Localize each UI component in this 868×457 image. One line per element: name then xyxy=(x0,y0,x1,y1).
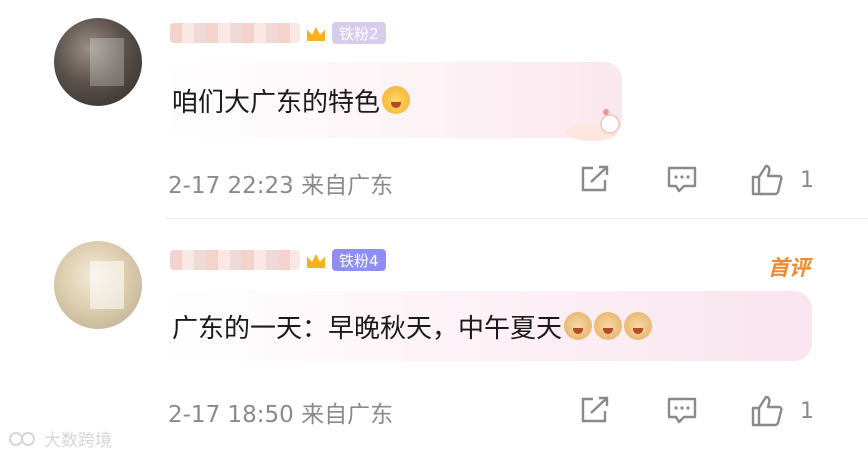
comment-date: 2-17 18:50 xyxy=(168,402,294,428)
cat-sticker-icon xyxy=(566,109,620,141)
comment-location: 来自广东 xyxy=(301,402,394,428)
username-row: 铁粉2 xyxy=(170,22,386,44)
like-count: 1 xyxy=(800,398,814,424)
comment-text: 广东的一天：早晚秋天，中午夏天 xyxy=(164,291,812,361)
comment-item: 铁粉4 首评 广东的一天：早晚秋天，中午夏天 2-17 18:50 来自广东 1 xyxy=(0,219,868,457)
comment-icon xyxy=(667,397,697,424)
avatar[interactable] xyxy=(54,18,142,106)
share-button[interactable] xyxy=(579,164,611,194)
comment-icon xyxy=(667,166,697,193)
like-icon xyxy=(751,395,783,427)
doge-emoji xyxy=(624,312,653,340)
reply-button[interactable] xyxy=(666,164,698,194)
like-icon xyxy=(751,164,783,196)
comment-meta: 2-17 18:50 来自广东 xyxy=(168,395,393,429)
share-icon xyxy=(581,396,609,423)
share-icon xyxy=(581,165,609,192)
comment-date: 2-17 22:23 xyxy=(168,173,294,199)
first-comment-tag: 首评 xyxy=(768,256,810,280)
comment-item: 铁粉2 咱们大广东的特色 2-17 22:23 来自广东 1 xyxy=(0,0,868,219)
comment-meta: 2-17 22:23 来自广东 xyxy=(168,166,393,200)
comment-location: 来自广东 xyxy=(301,173,394,199)
like-count: 1 xyxy=(800,167,814,193)
watermark: 大数跨境 xyxy=(8,426,112,451)
crown-icon xyxy=(306,250,326,270)
happy-face-emoji xyxy=(382,86,411,114)
doge-emoji xyxy=(594,312,623,340)
fan-badge: 铁粉4 xyxy=(332,249,386,271)
username-blurred[interactable] xyxy=(170,23,300,43)
avatar[interactable] xyxy=(54,241,142,329)
share-button[interactable] xyxy=(579,395,611,425)
fan-badge: 铁粉2 xyxy=(332,22,386,44)
reply-button[interactable] xyxy=(666,395,698,425)
crown-icon xyxy=(306,23,326,43)
like-button[interactable]: 1 xyxy=(750,164,814,196)
username-row: 铁粉4 xyxy=(170,249,386,271)
doge-emoji xyxy=(564,312,593,340)
like-button[interactable]: 1 xyxy=(750,395,814,427)
username-blurred[interactable] xyxy=(170,250,300,270)
watermark-logo-icon xyxy=(9,431,35,446)
